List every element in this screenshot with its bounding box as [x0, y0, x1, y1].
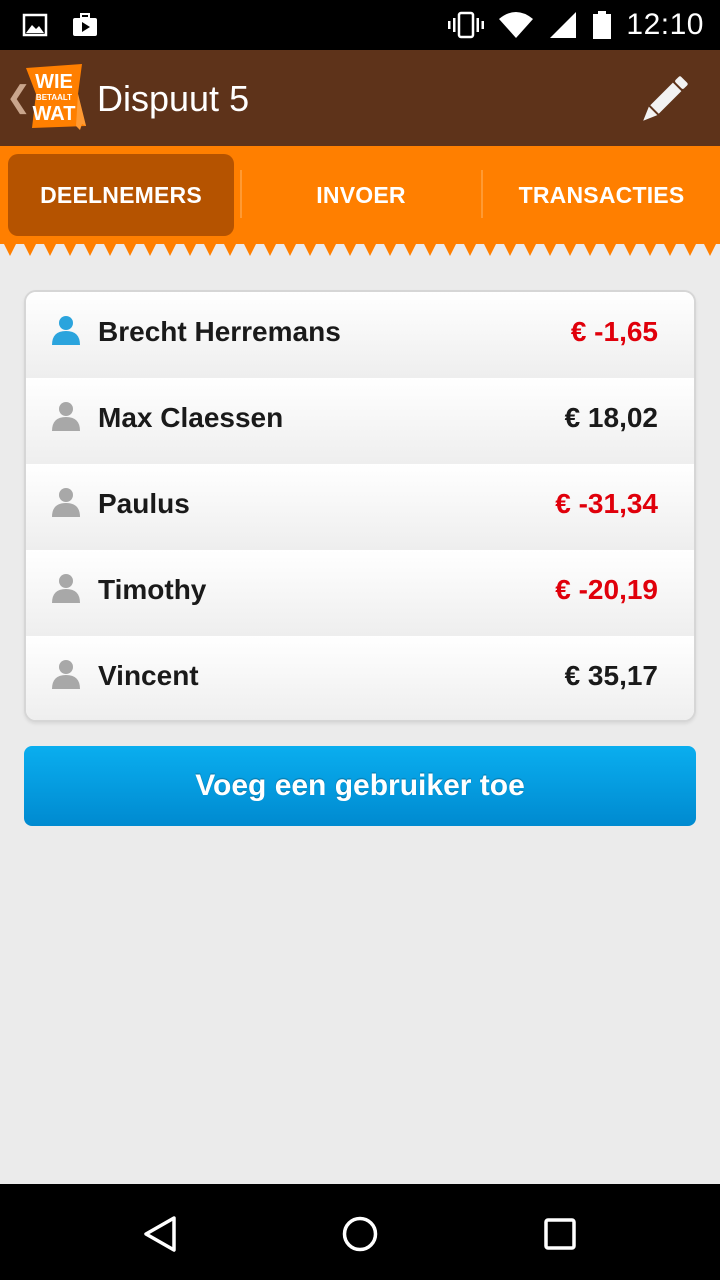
participant-name: Vincent — [98, 660, 199, 691]
vibrate-icon — [448, 11, 485, 39]
back-nav-icon — [144, 1216, 176, 1252]
logo-text-middle: BETAALT — [36, 93, 72, 102]
participant-list: Brecht Herremans € -1,65 Max Claessen € … — [24, 290, 696, 722]
tab-invoer[interactable]: INVOER — [242, 154, 480, 236]
media-notification-icon — [73, 13, 97, 36]
wifi-icon — [499, 12, 534, 38]
zigzag-edge — [0, 236, 720, 256]
recents-nav-icon — [544, 1218, 576, 1250]
user-avatar-icon — [52, 316, 80, 345]
tab-bar: DEELNEMERS INVOER TRANSACTIES — [0, 146, 720, 244]
participant-name: Max Claessen — [98, 402, 284, 433]
status-bar: 12:10 — [0, 0, 720, 50]
image-notification-icon — [22, 13, 48, 37]
participant-row[interactable]: Brecht Herremans € -1,65 — [26, 292, 694, 378]
participant-name: Timothy — [98, 574, 207, 605]
notification-icons — [22, 10, 100, 40]
participant-row[interactable]: Timothy € -20,19 — [26, 550, 694, 636]
participant-row[interactable]: Paulus € -31,34 — [26, 464, 694, 550]
system-status: 12:10 — [448, 0, 704, 50]
user-avatar-icon — [52, 488, 80, 517]
logo-text-top: WIE — [35, 71, 73, 93]
participant-row[interactable]: Max Claessen € 18,02 — [26, 378, 694, 464]
participant-name: Brecht Herremans — [98, 316, 341, 347]
page-title: Dispuut 5 — [97, 78, 250, 119]
user-avatar-icon — [52, 574, 80, 603]
signal-icon — [550, 12, 577, 38]
user-avatar-icon — [52, 660, 80, 689]
participant-balance: € -1,65 — [570, 316, 658, 347]
participant-balance: € -31,34 — [555, 488, 658, 519]
home-nav-icon — [342, 1216, 378, 1252]
participant-name: Paulus — [98, 488, 190, 519]
participant-balance: € -20,19 — [555, 574, 658, 605]
pencil-icon — [643, 76, 688, 121]
clock: 12:10 — [626, 8, 704, 41]
system-nav-bar — [0, 1184, 720, 1280]
participant-row[interactable]: Vincent € 35,17 — [26, 636, 694, 720]
edit-button[interactable] — [630, 68, 696, 134]
tab-deelnemers[interactable]: DEELNEMERS — [8, 154, 234, 236]
battery-icon — [593, 11, 612, 39]
participant-balance: € 18,02 — [564, 402, 658, 433]
participant-balance: € 35,17 — [564, 660, 658, 691]
home-nav-button[interactable] — [330, 1204, 390, 1264]
back-nav-button[interactable] — [130, 1204, 190, 1264]
tab-transacties[interactable]: TRANSACTIES — [483, 154, 720, 236]
user-avatar-icon — [52, 402, 80, 431]
logo-text-bottom: WAT — [33, 103, 76, 125]
action-bar: ❮ WIE BETAALT WAT Dispuut 5 — [0, 50, 720, 146]
add-user-button[interactable]: Voeg een gebruiker toe — [24, 746, 696, 826]
recents-nav-button[interactable] — [530, 1204, 590, 1264]
wie-betaalt-wat-logo[interactable]: WIE BETAALT WAT — [24, 64, 90, 130]
